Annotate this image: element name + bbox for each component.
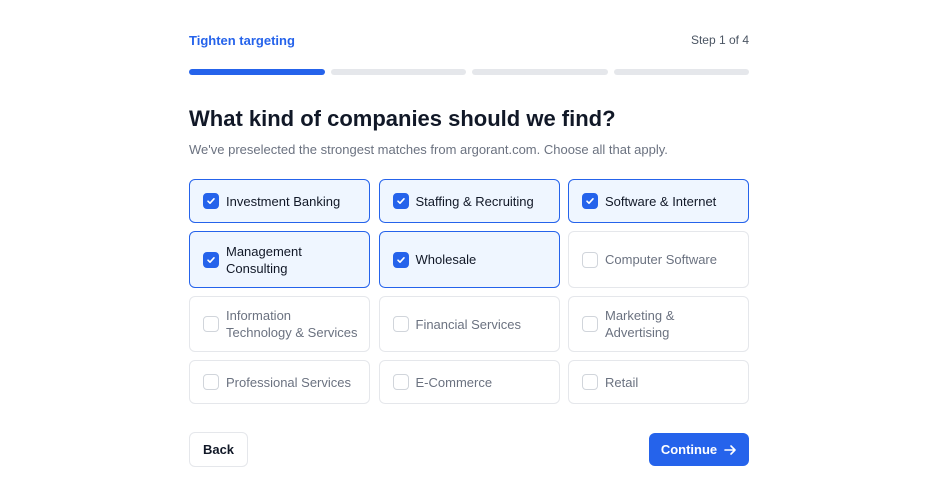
continue-label: Continue [660,442,718,457]
checkbox-empty-icon[interactable] [392,316,409,332]
checkbox-empty-icon[interactable] [582,374,598,390]
industry-option[interactable]: Computer Software [568,231,749,288]
checkbox-checked-icon[interactable] [203,193,219,209]
industry-option[interactable]: Financial Services [378,296,560,352]
progress-segment-4 [613,69,749,75]
industry-option[interactable]: Professional Services [189,360,370,404]
back-button[interactable]: Back [189,432,248,467]
progress-segment-3 [472,69,608,75]
industry-option-label: Software & Internet [605,193,717,209]
checkbox-checked-icon[interactable] [392,193,409,209]
step-title: Tighten targeting [189,33,295,48]
industry-option[interactable]: Retail [568,360,749,404]
industry-option-label: Wholesale [415,252,477,267]
continue-button[interactable]: Continue [649,433,749,466]
page-subtitle: We've preselected the strongest matches … [189,142,668,157]
step-counter: Step 1 of 4 [690,33,749,47]
checkbox-checked-icon[interactable] [203,251,219,268]
industry-option[interactable]: E-Commerce [378,360,560,404]
checkbox-empty-icon[interactable] [392,374,409,390]
industry-option-label: Marketing & Advertising [605,308,675,340]
checkbox-empty-icon[interactable] [203,374,219,390]
industry-option-label: Professional Services [226,374,351,390]
industry-option[interactable]: Investment Banking [189,179,370,223]
industry-option-label: Retail [605,374,639,390]
progress-segment-2 [330,69,466,75]
industry-options: Investment Banking Staffing & Recruiting S… [189,179,749,404]
progress-bar [189,69,749,75]
industry-option-label: E-Commerce [415,374,493,390]
industry-option-label: Financial Services [415,316,522,332]
checkbox-checked-icon[interactable] [392,251,409,268]
checkbox-checked-icon[interactable] [582,193,598,209]
industry-option[interactable]: Management Consulting [189,231,370,288]
checkbox-empty-icon[interactable] [582,251,598,268]
checkbox-empty-icon[interactable] [203,316,219,332]
industry-option[interactable]: Software & Internet [568,179,749,223]
page-title: What kind of companies should we find? [189,106,616,131]
industry-option[interactable]: Wholesale [378,231,560,288]
progress-segment-1 [189,69,325,75]
industry-option-label: Investment Banking [226,193,341,209]
industry-option-label: Staffing & Recruiting [415,193,534,209]
industry-option-label: Management Consulting [226,243,302,276]
industry-option-label: Computer Software [605,252,717,267]
arrow-right-icon [723,443,737,457]
industry-option[interactable]: Staffing & Recruiting [378,179,560,223]
step-header: Tighten targeting Step 1 of 4 [189,33,749,49]
checkbox-empty-icon[interactable] [582,316,598,332]
industry-option-label: Information Technology & Services [226,308,358,340]
industry-option[interactable]: Information Technology & Services [189,296,370,352]
industry-option[interactable]: Marketing & Advertising [568,296,749,352]
